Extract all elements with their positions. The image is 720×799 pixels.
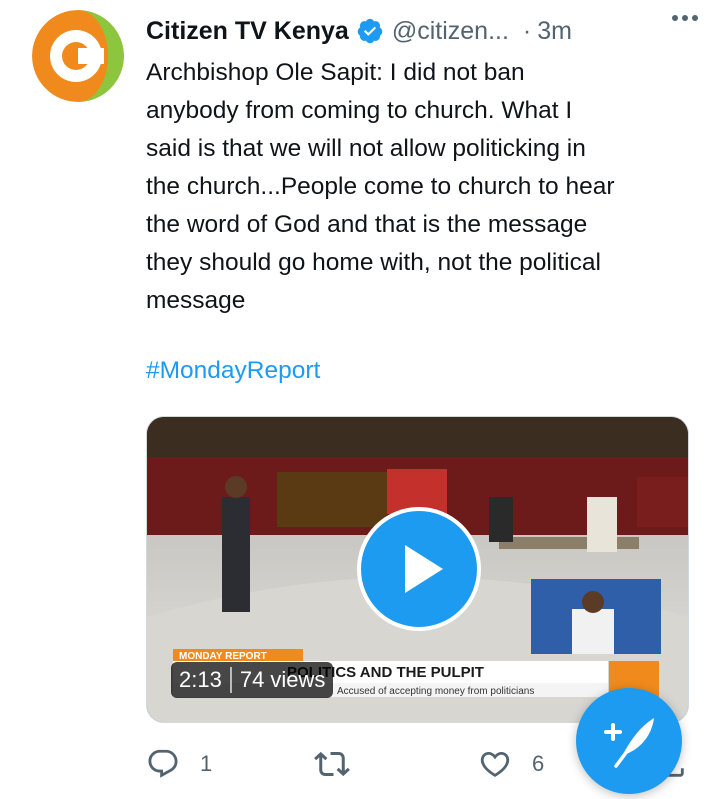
hashtag-link[interactable]: #MondayReport xyxy=(146,357,320,385)
more-icon[interactable] xyxy=(672,6,702,30)
reply-count: 1 xyxy=(200,751,213,776)
author-name[interactable]: Citizen TV Kenya xyxy=(146,17,349,46)
retweet-button[interactable] xyxy=(314,742,370,786)
citizen-tv-logo xyxy=(32,10,124,102)
video-duration: 2:13 xyxy=(179,667,222,692)
play-icon xyxy=(405,545,443,593)
retweet-icon xyxy=(314,751,350,777)
heart-icon xyxy=(480,751,510,777)
video-duration-badge: 2:13 74 views xyxy=(171,662,334,698)
play-button[interactable] xyxy=(357,507,481,631)
author-avatar[interactable] xyxy=(32,10,124,102)
banner-tag: MONDAY REPORT xyxy=(179,651,267,662)
like-button[interactable]: 6 xyxy=(478,742,544,786)
time-separator: · xyxy=(522,16,532,45)
tweet-timestamp[interactable]: 3m xyxy=(537,17,572,46)
like-count: 6 xyxy=(532,751,545,776)
video-player[interactable]: MONDAY REPORT POLITICS AND THE PULPIT Ac… xyxy=(146,416,689,723)
reply-button[interactable]: 1 xyxy=(146,742,212,786)
video-views: 74 views xyxy=(239,667,326,692)
tweet-header: Citizen TV Kenya @citizen... · 3m xyxy=(146,14,702,48)
verified-badge-icon xyxy=(357,18,383,44)
tweet-text: Archbishop Ole Sapit: I did not ban anyb… xyxy=(146,59,615,314)
banner-subtitle: Accused of accepting money from politici… xyxy=(337,686,534,697)
compose-tweet-icon xyxy=(604,718,654,768)
compose-tweet-button[interactable] xyxy=(576,688,682,794)
reply-icon xyxy=(148,749,178,778)
author-handle[interactable]: @citizen... xyxy=(392,17,509,46)
